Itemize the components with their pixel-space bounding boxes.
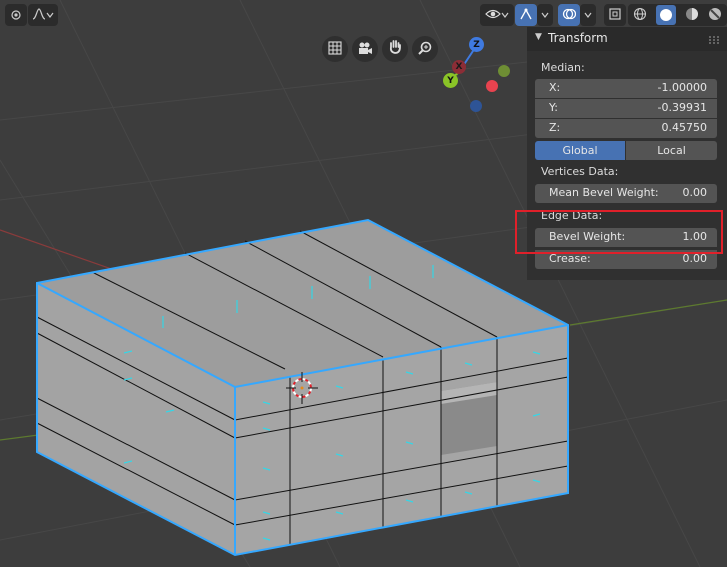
gizmo-y-ball[interactable]: Y xyxy=(443,73,458,88)
xray-icon xyxy=(608,7,622,24)
pan-view-button[interactable] xyxy=(382,36,408,62)
gizmo-toggle[interactable] xyxy=(515,4,537,26)
median-z-field[interactable]: Z: 0.45750 xyxy=(535,119,717,138)
median-y-value: -0.39931 xyxy=(657,101,707,114)
xray-toggle[interactable] xyxy=(604,4,626,26)
mean-bevel-weight-value: 0.00 xyxy=(682,186,708,199)
gizmo-x-label-holder: X xyxy=(452,60,466,74)
camera-icon xyxy=(357,40,373,59)
rendered-shading-icon[interactable] xyxy=(708,7,722,24)
zoom-icon xyxy=(418,40,432,59)
visibility-dropdown[interactable] xyxy=(480,4,514,26)
median-x-value: -1.00000 xyxy=(657,81,707,94)
gizmo-icon xyxy=(519,7,533,24)
shading-mode-group xyxy=(628,4,727,26)
gizmo-z-label: Z xyxy=(473,39,480,50)
chevron-down-icon xyxy=(541,8,549,22)
3d-viewport[interactable]: Z Y X ▼ Transform Median: X: -1.00000 Y:… xyxy=(0,0,727,567)
global-space-button[interactable]: Global xyxy=(535,141,625,160)
gizmo-neg-z-ball[interactable] xyxy=(470,100,482,112)
local-space-label: Local xyxy=(657,144,686,157)
overlay-dropdown[interactable] xyxy=(580,4,596,26)
hand-pan-icon xyxy=(388,39,402,59)
median-label: Median: xyxy=(541,61,585,74)
curve-falloff-icon xyxy=(32,7,46,23)
drag-handle-icon[interactable] xyxy=(709,34,719,47)
mode-dot-icon[interactable] xyxy=(5,4,27,26)
gizmo-neg-y-ball[interactable] xyxy=(498,65,510,77)
median-z-value: 0.45750 xyxy=(661,121,708,134)
camera-view-button[interactable] xyxy=(352,36,378,62)
panel-title: Transform xyxy=(548,31,608,45)
toggle-ortho-button[interactable] xyxy=(322,36,348,62)
median-x-field[interactable]: X: -1.00000 xyxy=(535,79,717,98)
median-z-label: Z: xyxy=(549,121,561,134)
median-y-field[interactable]: Y: -0.39931 xyxy=(535,99,717,118)
overlay-icon xyxy=(562,7,577,24)
chevron-down-icon xyxy=(584,8,592,22)
gizmo-x-ball[interactable] xyxy=(486,80,498,92)
y-axis-line-right xyxy=(569,299,727,326)
wireframe-shading-icon[interactable] xyxy=(633,7,647,24)
gizmo-x-label: X xyxy=(455,62,463,72)
chevron-down-icon xyxy=(46,8,54,22)
annotation-highlight-box xyxy=(515,210,723,254)
solid-shading-icon[interactable] xyxy=(655,5,676,25)
gizmo-z-ball[interactable]: Z xyxy=(469,37,484,52)
median-y-label: Y: xyxy=(549,101,558,114)
chevron-down-icon xyxy=(501,8,509,22)
median-x-label: X: xyxy=(549,81,561,94)
eye-visibility-icon xyxy=(485,8,501,23)
material-shading-icon[interactable] xyxy=(685,7,699,24)
global-space-label: Global xyxy=(562,144,598,157)
mean-bevel-weight-field[interactable]: Mean Bevel Weight: 0.00 xyxy=(535,184,717,203)
local-space-button[interactable]: Local xyxy=(626,141,717,160)
mean-bevel-weight-label: Mean Bevel Weight: xyxy=(549,186,659,199)
grid-view-icon xyxy=(328,40,342,59)
vertices-data-label: Vertices Data: xyxy=(541,165,619,178)
transform-panel-header[interactable]: ▼ Transform xyxy=(527,27,727,51)
collapse-arrow-icon[interactable]: ▼ xyxy=(535,32,542,42)
proportional-falloff-dropdown[interactable] xyxy=(28,4,58,26)
gizmo-y-label: Y xyxy=(447,75,454,86)
overlay-toggle[interactable] xyxy=(558,4,580,26)
gizmo-dropdown[interactable] xyxy=(537,4,553,26)
